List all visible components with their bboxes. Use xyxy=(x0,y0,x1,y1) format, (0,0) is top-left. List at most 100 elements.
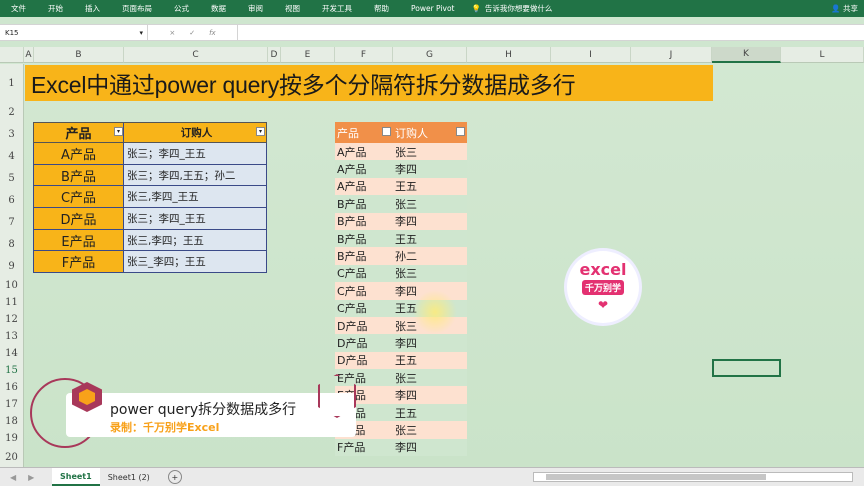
product-cell[interactable]: C产品 xyxy=(335,265,393,281)
table-row[interactable]: F产品 张三_李四；王五 xyxy=(34,251,266,274)
formula-input[interactable] xyxy=(238,25,864,40)
table-row[interactable]: E产品 张三 xyxy=(335,369,467,387)
prev-sheet-icon[interactable]: ◀ xyxy=(10,473,16,482)
tab-data[interactable]: 数据 xyxy=(200,3,237,14)
sheet-tab-sheet1-2[interactable]: Sheet1 (2) xyxy=(100,468,158,486)
row-header-20[interactable]: 20 xyxy=(0,447,24,467)
tab-review[interactable]: 审阅 xyxy=(237,3,274,14)
add-sheet-icon[interactable]: + xyxy=(167,470,182,484)
orderer-cell[interactable]: 张三 xyxy=(393,265,467,281)
name-box[interactable]: K15 ▾ xyxy=(0,25,148,40)
row-header-2[interactable]: 2 xyxy=(0,102,24,123)
table-row[interactable]: A产品 王五 xyxy=(335,177,467,196)
filter-dropdown-icon[interactable]: ▾ xyxy=(114,127,123,136)
row-header-17[interactable]: 17 xyxy=(0,396,24,413)
scrollbar-thumb[interactable] xyxy=(546,474,766,480)
col-header-d[interactable]: D xyxy=(268,47,281,63)
col-header-i[interactable]: I xyxy=(551,47,631,63)
table-row[interactable]: C产品 张三,李四_王五 xyxy=(34,186,266,209)
orderer-cell[interactable]: 张三；李四,王五；孙二 xyxy=(124,164,266,186)
orderer-cell[interactable]: 王五 xyxy=(393,178,467,194)
share-button[interactable]: 👤 共享 xyxy=(831,3,864,14)
col-header-a[interactable]: A xyxy=(24,47,34,63)
orderer-cell[interactable]: 王五 xyxy=(393,231,467,247)
enter-icon[interactable]: ✓ xyxy=(189,29,195,37)
row-header-5[interactable]: 5 xyxy=(0,167,24,189)
row-header-18[interactable]: 18 xyxy=(0,413,24,430)
col-header-j[interactable]: J xyxy=(631,47,712,63)
table-row[interactable]: B产品 孙二 xyxy=(335,247,467,265)
table-row[interactable]: B产品 王五 xyxy=(335,229,467,248)
row-header-13[interactable]: 13 xyxy=(0,328,24,345)
product-cell[interactable]: C产品 xyxy=(335,283,393,299)
orderer-cell[interactable]: 张三_李四；王五 xyxy=(124,251,266,273)
row-header-11[interactable]: 11 xyxy=(0,294,24,311)
orderer-cell[interactable]: 李四 xyxy=(393,213,467,229)
filter-dropdown-icon[interactable]: ▾ xyxy=(456,127,465,136)
col-header-e[interactable]: E xyxy=(281,47,335,63)
orderer-cell[interactable]: 张三 xyxy=(393,196,467,212)
table-row[interactable]: C产品 张三 xyxy=(335,264,467,283)
row-header-15[interactable]: 15 xyxy=(0,362,24,379)
orderer-cell[interactable]: 李四 xyxy=(393,335,467,351)
tell-me-box[interactable]: 💡 告诉我你想要做什么 xyxy=(471,3,552,14)
col-header-g[interactable]: G xyxy=(393,47,467,63)
row-header-12[interactable]: 12 xyxy=(0,311,24,328)
table-row[interactable]: D产品 王五 xyxy=(335,351,467,370)
orderer-cell[interactable]: 李四 xyxy=(393,439,467,455)
col-header-f[interactable]: F xyxy=(335,47,393,63)
orderer-cell[interactable]: 孙二 xyxy=(393,248,467,264)
product-cell[interactable]: F产品 xyxy=(335,439,393,455)
product-cell[interactable]: A产品 xyxy=(335,178,393,194)
table-row[interactable]: D产品 张三；李四_王五 xyxy=(34,208,266,230)
row-header-4[interactable]: 4 xyxy=(0,145,24,167)
product-cell[interactable]: B产品 xyxy=(335,231,393,247)
row-header-3[interactable]: 3 xyxy=(0,123,24,145)
selected-cell-k15[interactable] xyxy=(712,359,781,377)
col-header-c[interactable]: C xyxy=(124,47,268,63)
orderer-cell[interactable]: 张三,李四_王五 xyxy=(124,186,266,208)
row-header-9[interactable]: 9 xyxy=(0,255,24,277)
row-header-14[interactable]: 14 xyxy=(0,345,24,362)
col-header-b[interactable]: B xyxy=(34,47,124,63)
product-cell[interactable]: D产品 xyxy=(34,208,124,229)
orderer-cell[interactable]: 王五 xyxy=(393,405,467,421)
col-header-l[interactable]: L xyxy=(781,47,864,63)
orderer-cell[interactable]: 张三 xyxy=(393,422,467,438)
tab-view[interactable]: 视图 xyxy=(274,3,311,14)
horizontal-scrollbar[interactable] xyxy=(533,472,853,482)
table-row[interactable]: D产品 李四 xyxy=(335,334,467,352)
orderer-cell[interactable]: 张三；李四_王五 xyxy=(124,208,266,229)
row-header-16[interactable]: 16 xyxy=(0,379,24,396)
table-row[interactable]: A产品 张三；李四_王五 xyxy=(34,143,266,165)
filter-dropdown-icon[interactable]: ▾ xyxy=(256,127,265,136)
table-row[interactable]: B产品 张三；李四,王五；孙二 xyxy=(34,164,266,187)
row-header-1[interactable]: 1 xyxy=(0,64,24,102)
orderer-cell[interactable]: 张三；李四_王五 xyxy=(124,143,266,164)
orderer-cell[interactable]: 李四 xyxy=(393,387,467,403)
product-cell[interactable]: D产品 xyxy=(335,335,393,351)
product-cell[interactable]: D产品 xyxy=(335,318,393,334)
product-cell[interactable]: B产品 xyxy=(34,164,124,186)
select-all-corner[interactable] xyxy=(0,47,24,63)
col-header-k[interactable]: K xyxy=(712,47,781,63)
tab-help[interactable]: 帮助 xyxy=(363,3,400,14)
product-cell[interactable]: A产品 xyxy=(335,161,393,177)
table-row[interactable]: B产品 张三 xyxy=(335,195,467,213)
product-cell[interactable]: C产品 xyxy=(34,186,124,208)
row-header-7[interactable]: 7 xyxy=(0,211,24,233)
orderer-cell[interactable]: 张三,李四；王五 xyxy=(124,229,266,251)
tab-home[interactable]: 开始 xyxy=(37,3,74,14)
product-cell[interactable]: A产品 xyxy=(335,144,393,160)
table-row[interactable]: E产品 张三,李四；王五 xyxy=(34,229,266,252)
table-row[interactable]: A产品 张三 xyxy=(335,143,467,161)
product-cell[interactable]: F产品 xyxy=(34,251,124,273)
product-cell[interactable]: E产品 xyxy=(34,229,124,251)
cancel-icon[interactable]: × xyxy=(169,29,175,37)
table-row[interactable]: F产品 李四 xyxy=(335,438,467,457)
sheet-tab-sheet1[interactable]: Sheet1 xyxy=(52,468,100,486)
next-sheet-icon[interactable]: ▶ xyxy=(28,473,34,482)
orderer-cell[interactable]: 王五 xyxy=(393,352,467,368)
tab-insert[interactable]: 插入 xyxy=(74,3,111,14)
tab-power-pivot[interactable]: Power Pivot xyxy=(400,4,465,13)
